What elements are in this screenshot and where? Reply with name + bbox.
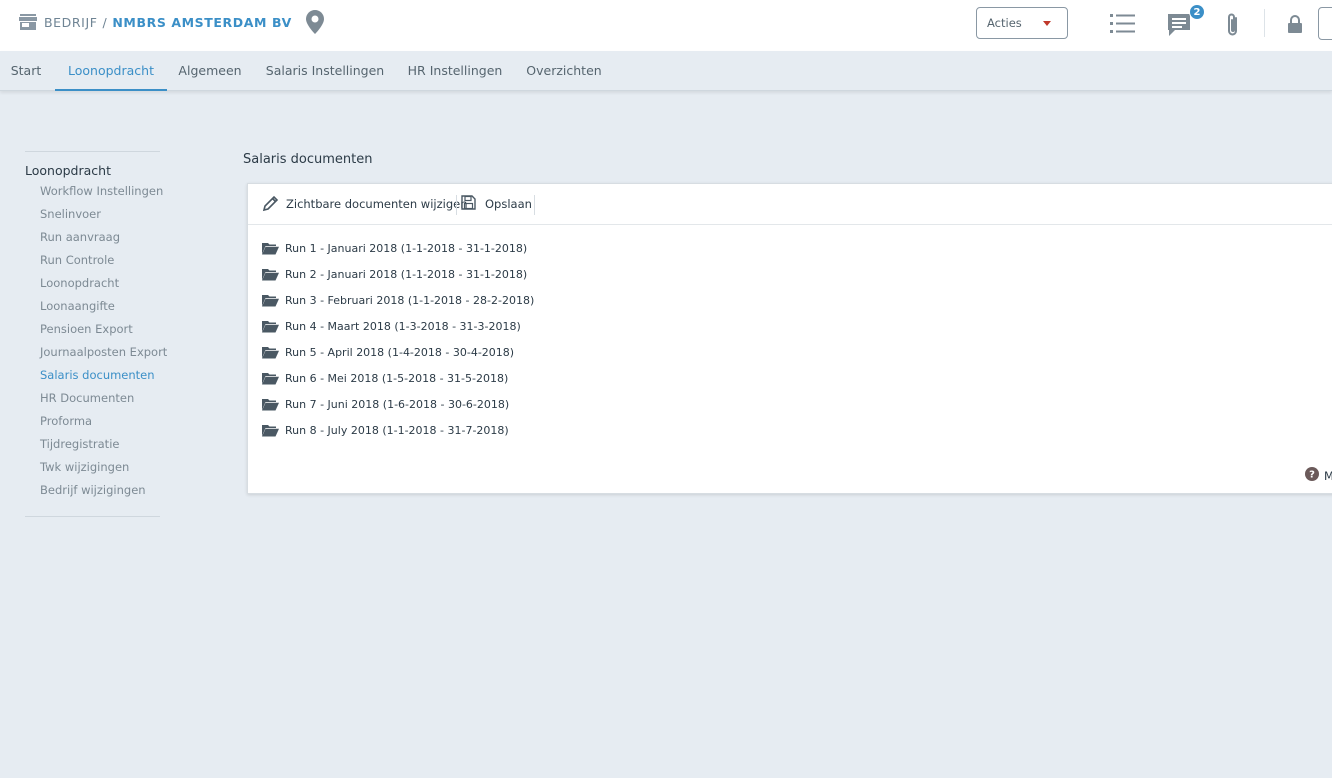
sidebar-item-twk-wijzigingen[interactable]: Twk wijzigingen xyxy=(40,460,129,474)
folder-open-icon xyxy=(262,372,279,384)
list-item-run-3[interactable]: Run 3 - Februari 2018 (1-1-2018 - 28-2-2… xyxy=(262,291,534,309)
list-item-run-4[interactable]: Run 4 - Maart 2018 (1-3-2018 - 31-3-2018… xyxy=(262,317,521,335)
sidebar-item-loonopdracht[interactable]: Loonopdracht xyxy=(40,276,119,290)
tab-salaris-instellingen[interactable]: Salaris Instellingen xyxy=(256,51,394,91)
location-pin-icon[interactable] xyxy=(305,10,324,34)
toolbar-separator xyxy=(456,195,457,215)
folder-open-icon xyxy=(262,294,279,306)
list-item-run-1[interactable]: Run 1 - Januari 2018 (1-1-2018 - 31-1-20… xyxy=(262,239,527,257)
run-label: Run 3 - Februari 2018 (1-1-2018 - 28-2-2… xyxy=(285,293,535,307)
run-label: Run 2 - Januari 2018 (1-1-2018 - 31-1-20… xyxy=(285,267,528,281)
sidebar-item-run-aanvraag[interactable]: Run aanvraag xyxy=(40,230,120,244)
folder-open-icon xyxy=(262,398,279,410)
messages-count-badge: 2 xyxy=(1189,4,1205,20)
help-link[interactable]: ? M xyxy=(1305,467,1332,484)
save-icon xyxy=(461,195,476,213)
sidebar-divider-top xyxy=(25,151,160,152)
tab-loonopdracht[interactable]: Loonopdracht xyxy=(55,51,167,91)
run-label: Run 4 - Maart 2018 (1-3-2018 - 31-3-2018… xyxy=(285,319,521,333)
sidebar-item-hr-documenten[interactable]: HR Documenten xyxy=(40,391,134,405)
svg-text:?: ? xyxy=(1309,470,1315,481)
save-button[interactable]: Opslaan xyxy=(461,193,532,215)
tab-start[interactable]: Start xyxy=(0,51,52,91)
edit-visible-documents-label: Zichtbare documenten wijzigen xyxy=(286,197,468,211)
documents-panel: Zichtbare documenten wijzigen Opslaan Ru… xyxy=(247,183,1332,494)
sidebar-item-snelinvoer[interactable]: Snelinvoer xyxy=(40,207,101,221)
page-title: Salaris documenten xyxy=(243,152,373,167)
toolbar-separator xyxy=(534,195,535,215)
store-icon xyxy=(19,14,37,30)
list-icon[interactable] xyxy=(1110,13,1136,39)
list-item-run-2[interactable]: Run 2 - Januari 2018 (1-1-2018 - 31-1-20… xyxy=(262,265,527,283)
edit-visible-documents-button[interactable]: Zichtbare documenten wijzigen xyxy=(262,193,467,215)
run-label: Run 5 - April 2018 (1-4-2018 - 30-4-2018… xyxy=(285,345,515,359)
sidebar-item-salaris-documenten[interactable]: Salaris documenten xyxy=(40,368,155,382)
breadcrumb-company-type[interactable]: BEDRIJF xyxy=(44,15,98,30)
header-divider xyxy=(1264,9,1265,37)
sidebar-item-journaalposten-export[interactable]: Journaalposten Export xyxy=(40,345,167,359)
run-label: Run 1 - Januari 2018 (1-1-2018 - 31-1-20… xyxy=(285,241,528,255)
pencil-icon xyxy=(262,194,280,215)
sidebar-item-workflow-instellingen[interactable]: Workflow Instellingen xyxy=(40,184,163,198)
run-label: Run 6 - Mei 2018 (1-5-2018 - 31-5-2018) xyxy=(285,371,509,385)
sidebar-item-tijdregistratie[interactable]: Tijdregistratie xyxy=(40,437,119,451)
folder-open-icon xyxy=(262,320,279,332)
caret-down-icon xyxy=(1043,21,1051,26)
list-item-run-8[interactable]: Run 8 - July 2018 (1-1-2018 - 31-7-2018) xyxy=(262,421,509,439)
actions-dropdown-label: Acties xyxy=(987,16,1022,30)
paperclip-icon[interactable] xyxy=(1225,12,1241,42)
breadcrumb-company-name[interactable]: NMBRS AMSTERDAM BV xyxy=(112,15,292,30)
folder-open-icon xyxy=(262,346,279,358)
documents-toolbar: Zichtbare documenten wijzigen Opslaan xyxy=(248,184,1332,225)
messages-icon[interactable] xyxy=(1167,13,1191,41)
tab-hr-instellingen[interactable]: HR Instellingen xyxy=(402,51,508,91)
breadcrumb-separator: / xyxy=(102,14,108,30)
save-label: Opslaan xyxy=(485,197,532,211)
actions-dropdown[interactable]: Acties xyxy=(976,7,1068,39)
sidebar-item-bedrijf-wijzigingen[interactable]: Bedrijf wijzigingen xyxy=(40,483,146,497)
main-tabs: Start Loonopdracht Algemeen Salaris Inst… xyxy=(0,51,1332,91)
tab-algemeen[interactable]: Algemeen xyxy=(172,51,248,91)
help-icon: ? xyxy=(1305,467,1319,484)
sidebar-item-run-controle[interactable]: Run Controle xyxy=(40,253,114,267)
tab-overzichten[interactable]: Overzichten xyxy=(520,51,608,91)
lock-icon[interactable] xyxy=(1287,15,1303,37)
list-item-run-6[interactable]: Run 6 - Mei 2018 (1-5-2018 - 31-5-2018) xyxy=(262,369,508,387)
run-label: Run 7 - Juni 2018 (1-6-2018 - 30-6-2018) xyxy=(285,397,510,411)
folder-open-icon xyxy=(262,242,279,254)
sidebar-item-loonaangifte[interactable]: Loonaangifte xyxy=(40,299,115,313)
company-breadcrumb: BEDRIJF / NMBRS AMSTERDAM BV xyxy=(19,8,324,36)
top-header: BEDRIJF / NMBRS AMSTERDAM BV Acties 2 xyxy=(0,0,1332,51)
folder-open-icon xyxy=(262,268,279,280)
folder-open-icon xyxy=(262,424,279,436)
list-item-run-5[interactable]: Run 5 - April 2018 (1-4-2018 - 30-4-2018… xyxy=(262,343,514,361)
sidebar-divider-bottom xyxy=(25,516,160,517)
list-item-run-7[interactable]: Run 7 - Juni 2018 (1-6-2018 - 30-6-2018) xyxy=(262,395,509,413)
sidebar-item-pensioen-export[interactable]: Pensioen Export xyxy=(40,322,133,336)
user-menu-button[interactable] xyxy=(1318,7,1332,40)
run-label: Run 8 - July 2018 (1-1-2018 - 31-7-2018) xyxy=(285,423,509,437)
help-label: M xyxy=(1324,468,1332,483)
sidebar-item-proforma[interactable]: Proforma xyxy=(40,414,92,428)
sidebar-heading: Loonopdracht xyxy=(25,163,111,178)
